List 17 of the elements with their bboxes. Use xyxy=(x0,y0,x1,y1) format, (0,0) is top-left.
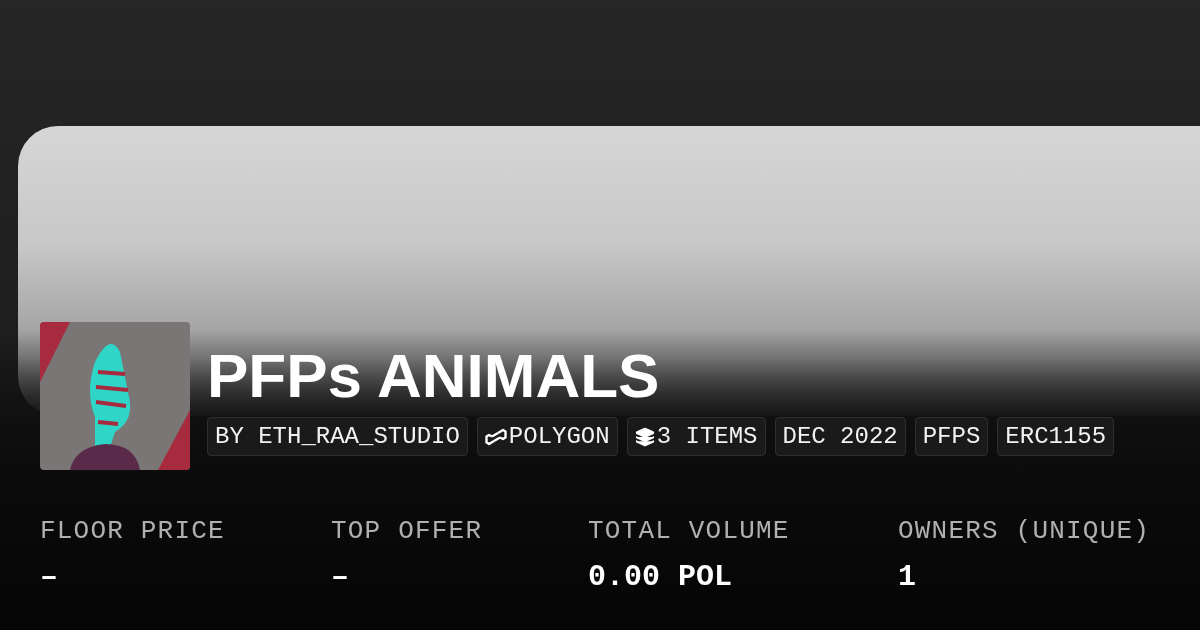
tag-label: POLYGON xyxy=(508,423,610,450)
chain-link-icon xyxy=(484,427,507,446)
tag-label: DEC 2022 xyxy=(782,423,898,450)
tag-label: PFPS xyxy=(922,423,981,450)
stat-value: 0.00 POL xyxy=(588,560,734,594)
collection-title: PFPs ANIMALS xyxy=(207,343,661,409)
layers-icon xyxy=(634,426,655,447)
tag-label: ERC1155 xyxy=(1005,423,1107,450)
stat-value: 1 xyxy=(898,560,917,594)
tag-label: BY ETH_RAA_STUDIO xyxy=(215,423,460,450)
stat-label: TOTAL VOLUME xyxy=(588,516,791,546)
stat-label: FLOOR PRICE xyxy=(40,516,226,546)
stat-label: TOP OFFER xyxy=(331,516,484,546)
stat-value: – xyxy=(40,560,59,594)
tag-label: 3 ITEMS xyxy=(656,423,758,450)
stat-label: OWNERS (UNIQUE) xyxy=(898,516,1152,546)
stat-value: – xyxy=(331,560,350,594)
